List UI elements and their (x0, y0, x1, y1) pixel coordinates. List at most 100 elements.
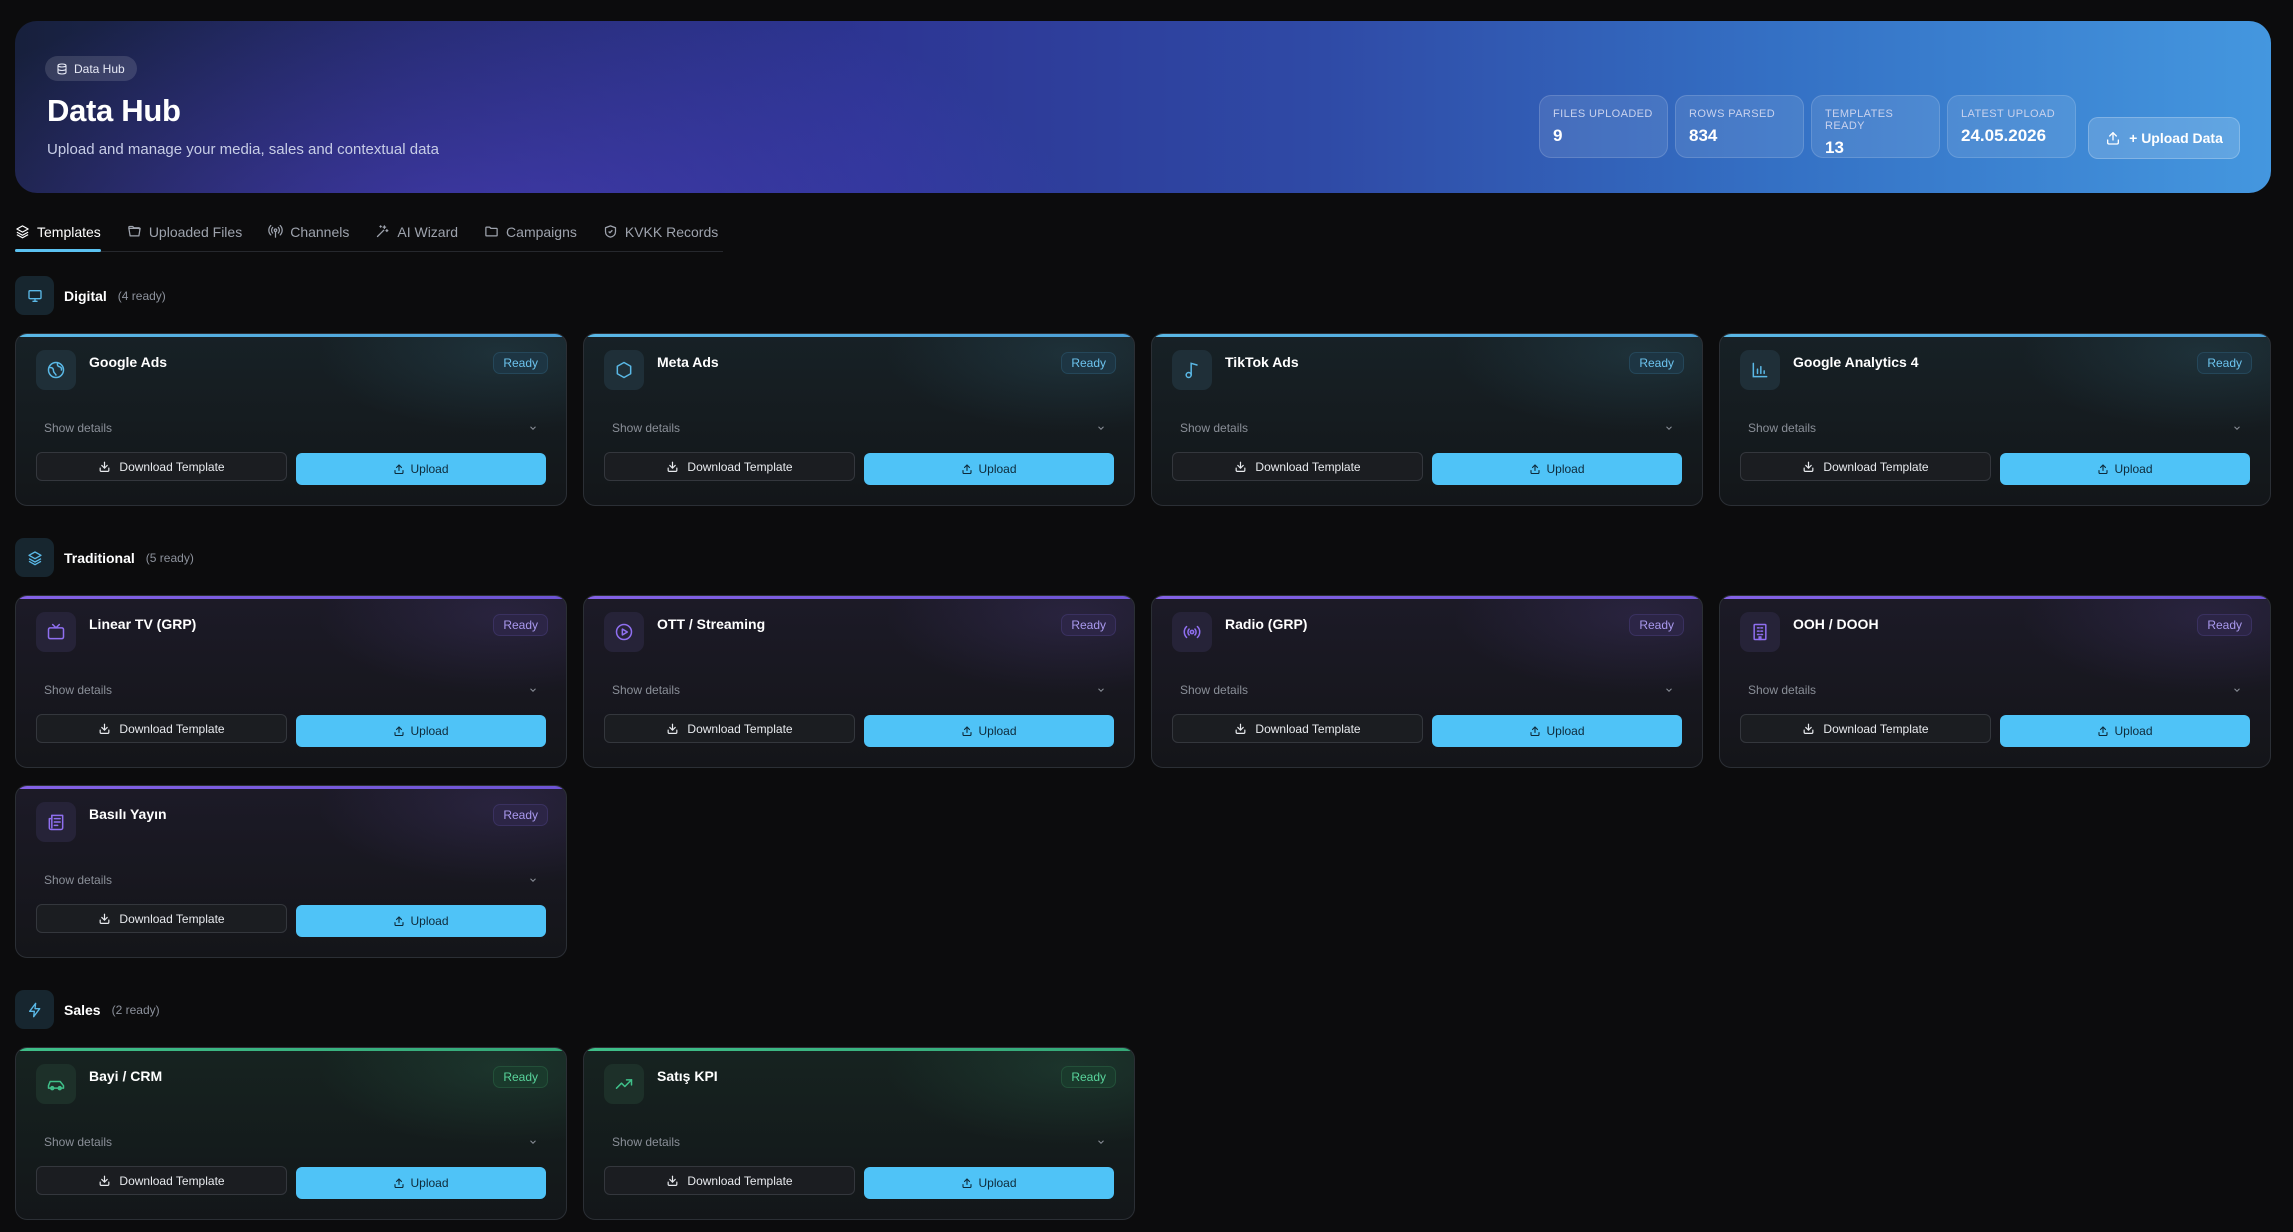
building-icon (1740, 612, 1780, 652)
database-icon (56, 62, 68, 75)
status-badge: Ready (493, 1066, 548, 1088)
show-details-toggle[interactable]: Show details (44, 419, 538, 437)
upload-data-button[interactable]: + Upload Data (2088, 117, 2240, 159)
upload-label: Upload (410, 1176, 449, 1190)
upload-icon (393, 915, 405, 927)
stat-label: FILES UPLOADED (1553, 108, 1653, 120)
show-details-toggle[interactable]: Show details (44, 681, 538, 699)
upload-icon (2105, 130, 2121, 146)
stat-value: 24.05.2026 (1961, 126, 2047, 145)
show-details-toggle[interactable]: Show details (612, 1133, 1106, 1151)
chevron-down-icon (1096, 1137, 1106, 1147)
download-template-button[interactable]: Download Template (1172, 714, 1423, 743)
template-card-ooh-dooh: OOH / DOOH Ready Show details Download T… (1719, 595, 2271, 768)
template-card-linear-tv: Linear TV (GRP) Ready Show details Downl… (15, 595, 567, 768)
upload-button[interactable]: Upload (1432, 453, 1682, 485)
upload-button[interactable]: Upload (1432, 715, 1682, 747)
upload-button[interactable]: Upload (296, 1167, 546, 1199)
download-label: Download Template (119, 459, 225, 474)
upload-button[interactable]: Upload (864, 1167, 1114, 1199)
chevron-down-icon (1096, 423, 1106, 433)
tab-campaigns[interactable]: Campaigns (484, 212, 577, 251)
chevron-down-icon (528, 875, 538, 885)
download-label: Download Template (687, 721, 793, 736)
upload-button[interactable]: Upload (296, 905, 546, 937)
template-card-radio: Radio (GRP) Ready Show details Download … (1151, 595, 1703, 768)
show-details-toggle[interactable]: Show details (44, 871, 538, 889)
status-badge: Ready (1061, 1066, 1116, 1088)
show-details-toggle[interactable]: Show details (1180, 681, 1674, 699)
tab-label: KVKK Records (624, 223, 719, 240)
download-icon (666, 722, 679, 735)
show-details-toggle[interactable]: Show details (612, 681, 1106, 699)
upload-label: Upload (2114, 462, 2153, 476)
download-icon (98, 722, 111, 735)
show-details-toggle[interactable]: Show details (1180, 419, 1674, 437)
shield-check-icon (603, 224, 618, 239)
hexagon-icon (604, 350, 644, 390)
template-card-meta-ads: Meta Ads Ready Show details Download Tem… (583, 333, 1135, 506)
upload-button[interactable]: Upload (2000, 715, 2250, 747)
upload-button[interactable]: Upload (2000, 453, 2250, 485)
download-template-button[interactable]: Download Template (36, 714, 287, 743)
stat-latest-upload: LATEST UPLOAD 24.05.2026 (1947, 95, 2076, 158)
upload-button[interactable]: Upload (296, 715, 546, 747)
tab-label: Channels (290, 223, 350, 240)
stat-templates-ready: TEMPLATES READY 13 (1811, 95, 1940, 158)
tab-label: AI Wizard (397, 223, 459, 240)
download-template-button[interactable]: Download Template (1172, 452, 1423, 481)
download-template-button[interactable]: Download Template (36, 904, 287, 933)
upload-label: Upload (410, 462, 449, 476)
tab-uploaded-files[interactable]: Uploaded Files (127, 212, 242, 251)
upload-button[interactable]: Upload (864, 453, 1114, 485)
status-badge: Ready (1061, 352, 1116, 374)
status-badge: Ready (493, 614, 548, 636)
download-template-button[interactable]: Download Template (1740, 452, 1991, 481)
car-icon (36, 1064, 76, 1104)
card-title: OOH / DOOH (1793, 616, 1879, 632)
card-title: Meta Ads (657, 354, 719, 370)
tab-templates[interactable]: Templates (15, 212, 101, 252)
show-details-label: Show details (44, 1135, 113, 1149)
show-details-label: Show details (44, 873, 113, 887)
stat-value: 13 (1825, 138, 1844, 157)
hero-tag-label: Data Hub (74, 61, 125, 76)
download-label: Download Template (1823, 459, 1929, 474)
radio-icon (1172, 612, 1212, 652)
show-details-toggle[interactable]: Show details (1748, 681, 2242, 699)
show-details-toggle[interactable]: Show details (612, 419, 1106, 437)
upload-label: Upload (410, 724, 449, 738)
download-template-button[interactable]: Download Template (604, 452, 855, 481)
chevron-down-icon (1664, 685, 1674, 695)
card-title: Google Analytics 4 (1793, 354, 1919, 370)
download-label: Download Template (1255, 459, 1361, 474)
upload-label: Upload (978, 724, 1017, 738)
upload-label: Upload (978, 1176, 1017, 1190)
download-template-button[interactable]: Download Template (1740, 714, 1991, 743)
show-details-label: Show details (44, 683, 113, 697)
download-template-button[interactable]: Download Template (36, 1166, 287, 1195)
template-card-tiktok-ads: TikTok Ads Ready Show details Download T… (1151, 333, 1703, 506)
download-template-button[interactable]: Download Template (604, 714, 855, 743)
tab-channels[interactable]: Channels (268, 212, 349, 251)
download-template-button[interactable]: Download Template (36, 452, 287, 481)
tab-kvkk-records[interactable]: KVKK Records (603, 212, 718, 251)
download-icon (666, 1174, 679, 1187)
stat-files-uploaded: FILES UPLOADED 9 (1539, 95, 1668, 158)
music-note-icon (1172, 350, 1212, 390)
upload-button[interactable]: Upload (296, 453, 546, 485)
layers-icon (15, 224, 30, 239)
chevron-down-icon (528, 685, 538, 695)
show-details-toggle[interactable]: Show details (1748, 419, 2242, 437)
show-details-toggle[interactable]: Show details (44, 1133, 538, 1151)
download-icon (98, 1174, 111, 1187)
status-badge: Ready (1629, 352, 1684, 374)
chevron-down-icon (1664, 423, 1674, 433)
tab-ai-wizard[interactable]: AI Wizard (375, 212, 458, 251)
page-subtitle: Upload and manage your media, sales and … (47, 141, 439, 158)
status-badge: Ready (2197, 352, 2252, 374)
download-template-button[interactable]: Download Template (604, 1166, 855, 1195)
section-sales-header: Sales (2 ready) (15, 990, 160, 1029)
tab-bar: Templates Uploaded Files Channels AI Wiz… (15, 212, 723, 252)
upload-button[interactable]: Upload (864, 715, 1114, 747)
